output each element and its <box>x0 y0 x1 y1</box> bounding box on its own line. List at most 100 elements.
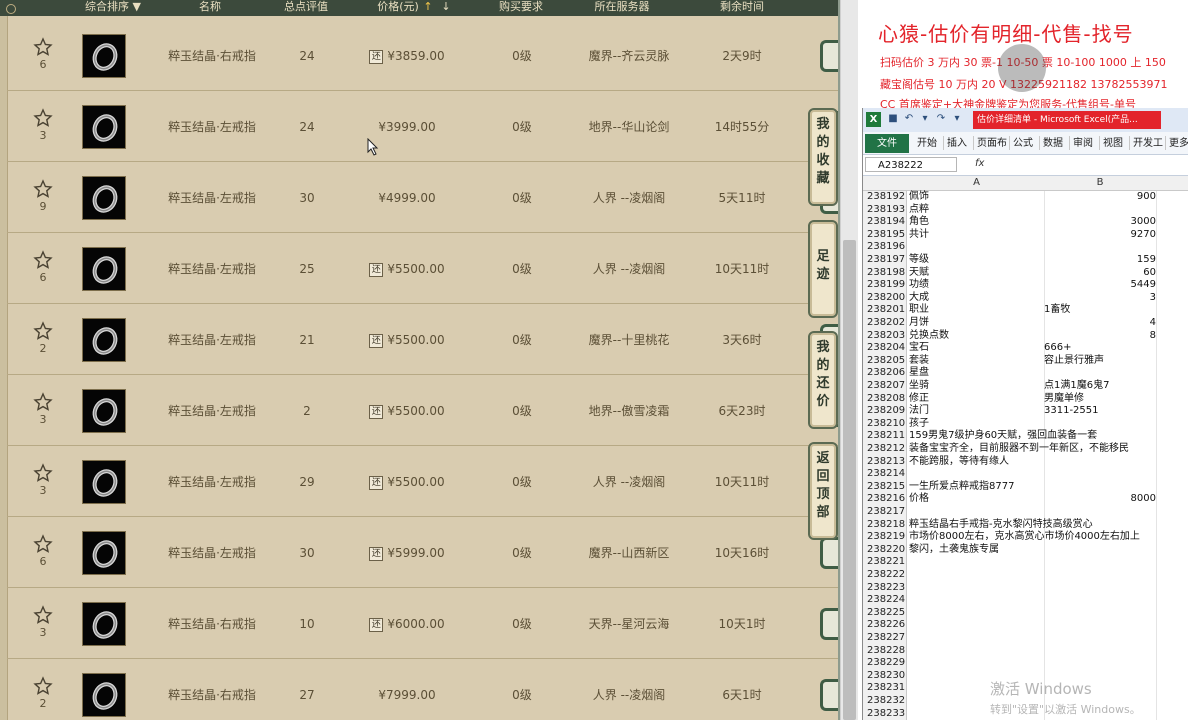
cell-b[interactable]: 1畜牧 <box>1044 304 1156 317</box>
cell-b[interactable] <box>1044 430 1156 443</box>
sort-dropdown[interactable]: 综合排序 ▼ <box>85 0 141 14</box>
listing-row[interactable]: 6 粹玉结晶·左戒指 25 还 ¥5500.00 0级 人界 --凌烟阁 10天11时 <box>7 234 840 304</box>
item-name[interactable]: 粹玉结晶·左戒指 <box>157 163 267 233</box>
tab-insert[interactable]: 插入 <box>947 135 967 152</box>
item-name[interactable]: 粹玉结晶·右戒指 <box>157 660 267 720</box>
bargain-badge[interactable]: 还 <box>369 49 384 64</box>
tab-developer[interactable]: 开发工 <box>1133 135 1163 152</box>
cell-b[interactable]: 900 <box>1044 191 1156 204</box>
row-header[interactable]: 238228 <box>863 644 907 658</box>
buy-button[interactable] <box>820 608 840 640</box>
item-name[interactable]: 粹玉结晶·右戒指 <box>157 21 267 91</box>
row-header[interactable]: 238213 <box>863 455 907 469</box>
cell-b[interactable]: 8 <box>1044 330 1156 343</box>
row-header[interactable]: 238203 <box>863 329 907 343</box>
row-header[interactable]: 238217 <box>863 506 907 519</box>
listing-row[interactable]: 2 粹玉结晶·左戒指 21 还 ¥5500.00 0级 魔界--十里桃花 3天6时 <box>7 305 840 375</box>
item-name[interactable]: 粹玉结晶·左戒指 <box>157 305 267 375</box>
row-header[interactable]: 238199 <box>863 279 907 292</box>
item-name[interactable]: 粹玉结晶·右戒指 <box>157 589 267 659</box>
tab-review[interactable]: 审阅 <box>1073 135 1093 152</box>
cell-b[interactable] <box>1044 519 1156 532</box>
footprint-button[interactable]: 足 迹 <box>808 220 838 318</box>
favorite-star-icon[interactable] <box>33 321 53 341</box>
cell-b[interactable]: 666+ <box>1044 342 1156 355</box>
row-header[interactable]: 238227 <box>863 632 907 645</box>
bargain-badge[interactable]: 还 <box>369 404 384 419</box>
cell-b[interactable] <box>1044 418 1156 431</box>
row-header[interactable]: 238231 <box>863 682 907 695</box>
cell-b[interactable]: 5449 <box>1044 279 1156 292</box>
bargain-badge[interactable]: 还 <box>369 333 384 348</box>
row-header[interactable]: 238197 <box>863 254 907 267</box>
row-header[interactable]: 238226 <box>863 619 907 632</box>
row-header[interactable]: 238194 <box>863 216 907 229</box>
cell-b[interactable]: 159 <box>1044 254 1156 267</box>
row-header[interactable]: 238233 <box>863 707 907 720</box>
item-name[interactable]: 粹玉结晶·左戒指 <box>157 518 267 588</box>
cell-b[interactable] <box>1044 367 1156 380</box>
row-header[interactable]: 238204 <box>863 342 907 355</box>
listing-row[interactable]: 2 粹玉结晶·右戒指 27 ¥7999.00 0级 人界 --凌烟阁 6天1时 <box>7 660 840 720</box>
cell-b[interactable] <box>1044 594 1156 607</box>
cell-b[interactable] <box>1044 544 1156 557</box>
scrollbar-thumb[interactable] <box>843 240 856 720</box>
cell-b[interactable] <box>1044 241 1156 254</box>
row-header[interactable]: 238224 <box>863 594 907 607</box>
row-header[interactable]: 238206 <box>863 367 907 380</box>
sheet-grid[interactable]: 238192 佩饰 900 238193 点粹 238194 角色 3000 238195 共计 9… <box>863 191 1188 720</box>
row-header[interactable]: 238207 <box>863 380 907 393</box>
favorite-star-icon[interactable] <box>33 463 53 483</box>
row-header[interactable]: 238211 <box>863 430 907 443</box>
undo-dropdown-icon[interactable]: ▾ <box>919 113 931 125</box>
row-header[interactable]: 238214 <box>863 468 907 481</box>
row-header[interactable]: 238222 <box>863 569 907 582</box>
item-thumbnail[interactable] <box>82 34 126 78</box>
row-header[interactable]: 238230 <box>863 669 907 683</box>
buy-button[interactable] <box>820 40 840 72</box>
cell-b[interactable]: 4 <box>1044 317 1156 330</box>
name-box[interactable]: A238222 <box>865 157 957 172</box>
bargain-badge[interactable]: 还 <box>369 262 384 277</box>
tab-page-layout[interactable]: 页面布 <box>977 135 1007 152</box>
item-name[interactable]: 粹玉结晶·左戒指 <box>157 92 267 162</box>
tab-view[interactable]: 视图 <box>1103 135 1123 152</box>
listing-row[interactable]: 3 粹玉结晶·左戒指 2 还 ¥5500.00 0级 地界--傲雪凌霜 6天23时 <box>7 376 840 446</box>
item-thumbnail[interactable] <box>82 247 126 291</box>
row-header[interactable]: 238202 <box>863 317 907 330</box>
cell-b[interactable] <box>1044 582 1156 595</box>
row-header[interactable]: 238210 <box>863 417 907 431</box>
favorite-star-icon[interactable] <box>33 108 53 128</box>
bargain-badge[interactable]: 还 <box>369 475 384 490</box>
row-header[interactable]: 238229 <box>863 657 907 670</box>
column-header-b[interactable]: B <box>1044 176 1156 190</box>
row-header[interactable]: 238215 <box>863 480 907 494</box>
cell-b[interactable] <box>1044 569 1156 582</box>
item-thumbnail[interactable] <box>82 105 126 149</box>
row-header[interactable]: 238216 <box>863 493 907 506</box>
cell-b[interactable] <box>1044 204 1156 217</box>
price-sort-asc-icon[interactable]: ↑ <box>423 0 432 14</box>
cell-b[interactable] <box>1044 657 1156 670</box>
listing-row[interactable]: 3 粹玉结晶·左戒指 24 ¥3999.00 0级 地界--华山论剑 14时55分 <box>7 92 840 162</box>
undo-icon[interactable]: ↶ <box>903 113 915 125</box>
item-thumbnail[interactable] <box>82 531 126 575</box>
cell-b[interactable] <box>1044 531 1156 544</box>
bargain-badge[interactable]: 还 <box>369 617 384 632</box>
item-thumbnail[interactable] <box>82 389 126 433</box>
row-header[interactable]: 238225 <box>863 606 907 620</box>
buy-button[interactable] <box>820 679 840 711</box>
item-name[interactable]: 粹玉结晶·左戒指 <box>157 447 267 517</box>
cell-b[interactable] <box>1044 468 1156 481</box>
row-header[interactable]: 238212 <box>863 443 907 456</box>
listing-row[interactable]: 6 粹玉结晶·右戒指 24 还 ¥3859.00 0级 魔界--齐云灵脉 2天9时 <box>7 21 840 91</box>
back-to-top-button[interactable]: 返 回 顶 部 <box>808 442 838 540</box>
listing-row[interactable]: 3 粹玉结晶·右戒指 10 还 ¥6000.00 0级 天界--星河云海 10天1时 <box>7 589 840 659</box>
row-header[interactable]: 238196 <box>863 241 907 254</box>
buy-button[interactable] <box>820 537 840 569</box>
item-thumbnail[interactable] <box>82 460 126 504</box>
row-header[interactable]: 238221 <box>863 556 907 569</box>
favorite-star-icon[interactable] <box>33 392 53 412</box>
cell-b[interactable]: 3311-2551 <box>1044 405 1156 418</box>
favorite-star-icon[interactable] <box>33 250 53 270</box>
